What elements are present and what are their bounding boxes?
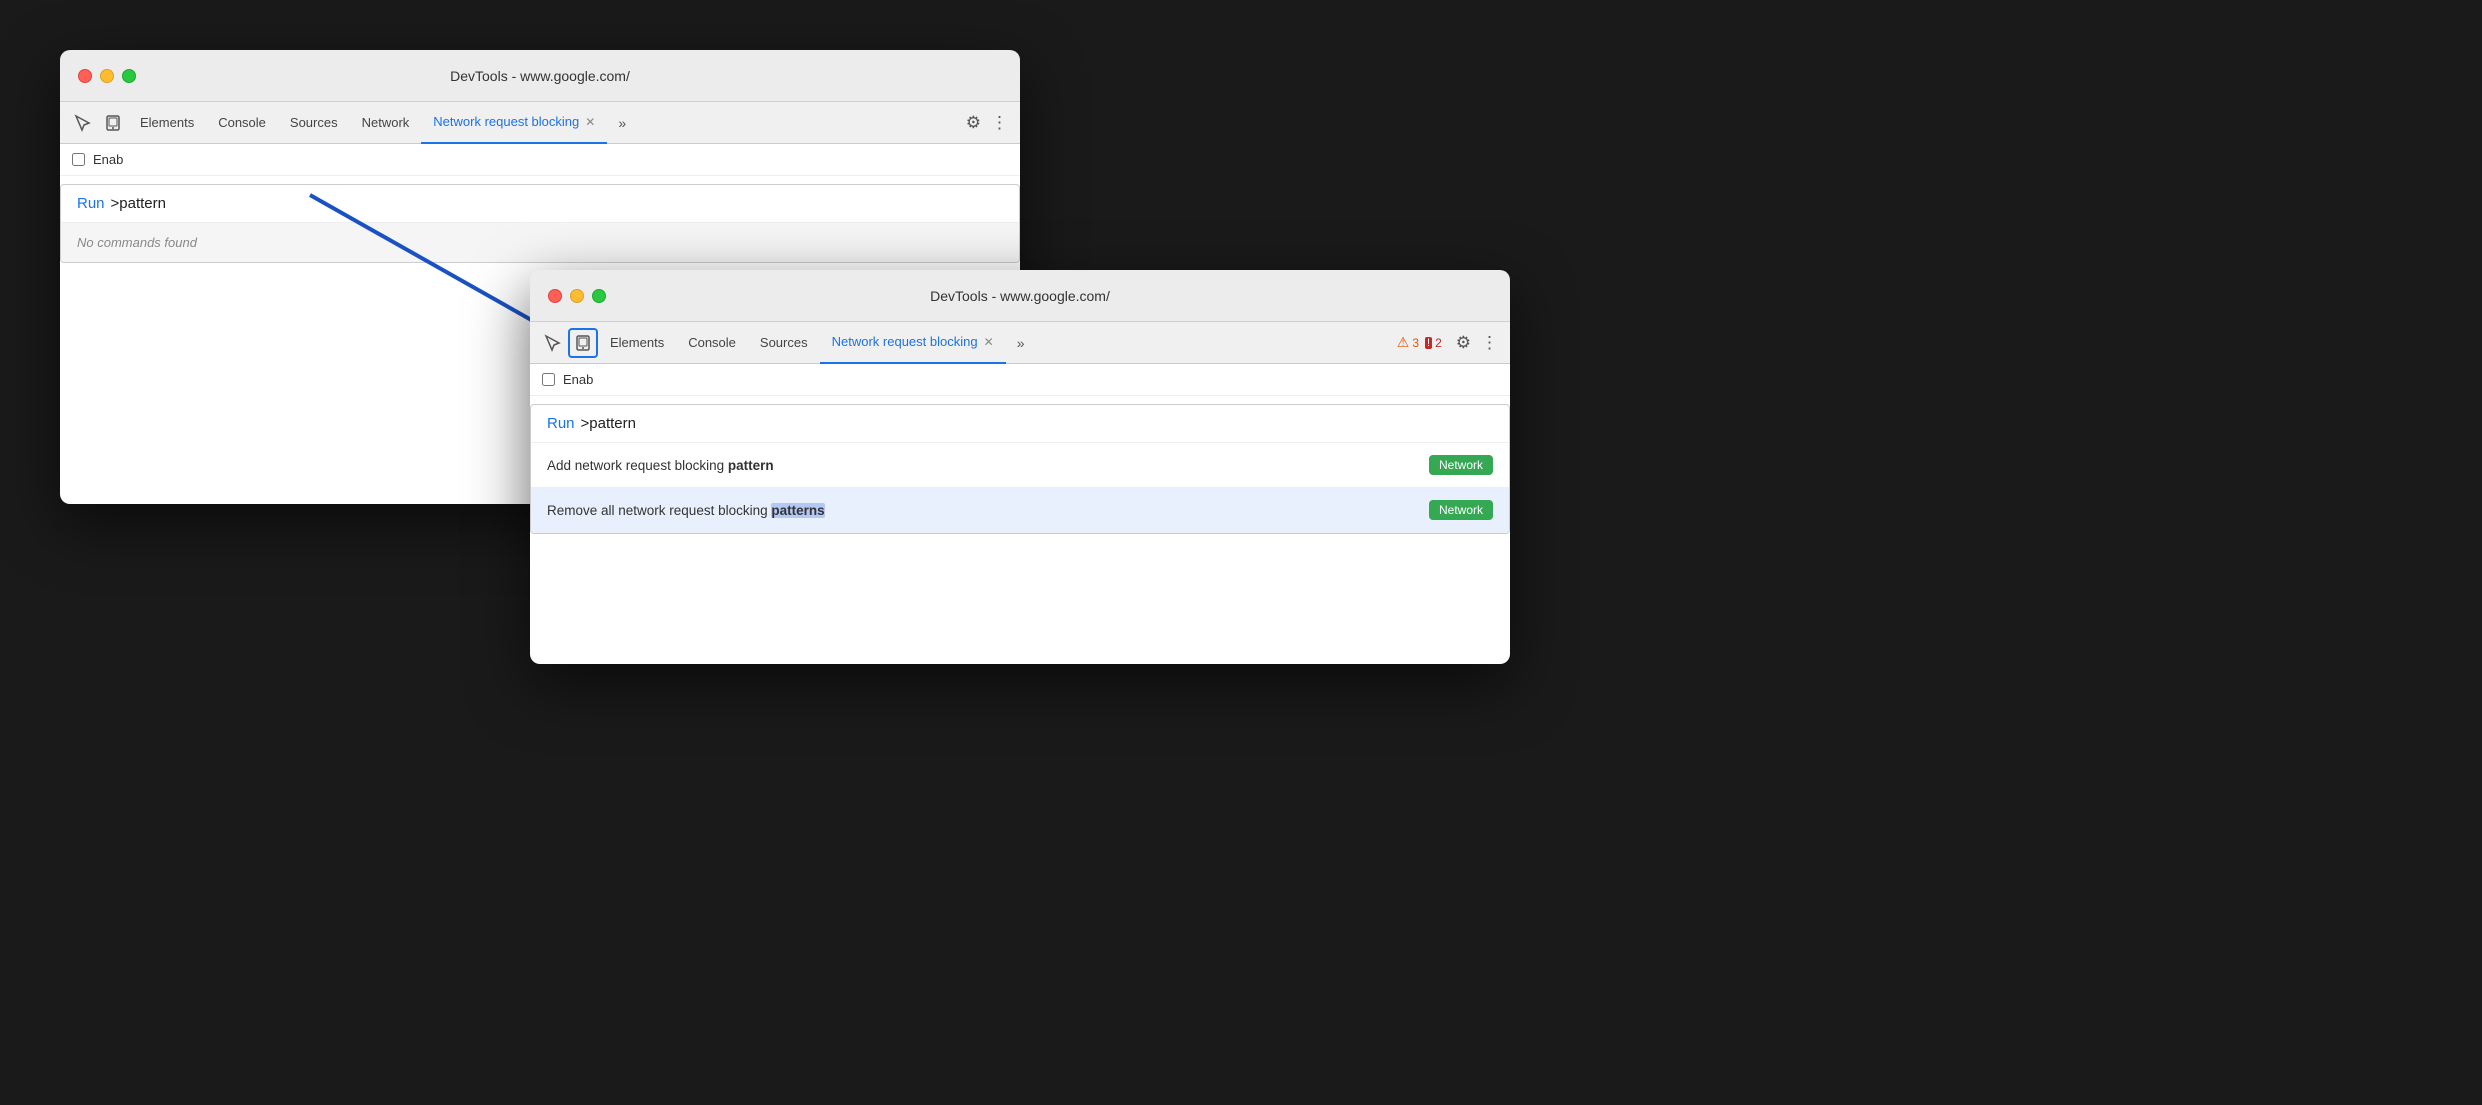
enable-row-1: Enab [60, 144, 1020, 176]
maximize-button-2[interactable] [592, 289, 606, 303]
run-label-2: Run [547, 415, 575, 432]
devtools-content-2: Enab Run >pattern Add network request bl… [530, 364, 1510, 664]
tab-close-icon-2[interactable]: ✕ [984, 335, 994, 349]
enable-label-2: Enab [563, 372, 593, 387]
tab-close-icon-1[interactable]: ✕ [585, 115, 595, 129]
command-item-add-text: Add network request blocking pattern [547, 458, 1429, 473]
command-result-add[interactable]: Add network request blocking pattern Net… [531, 443, 1509, 488]
enable-label-1: Enab [93, 152, 123, 167]
error-count: 2 [1435, 336, 1442, 350]
run-label-1: Run [77, 195, 105, 212]
tab-console-1[interactable]: Console [206, 102, 278, 144]
minimize-button-2[interactable] [570, 289, 584, 303]
traffic-lights-2 [548, 289, 606, 303]
command-item-add-bold: pattern [728, 458, 774, 473]
command-item-remove-bold: patterns [771, 503, 824, 518]
no-commands-found-1: No commands found [61, 223, 1019, 262]
toolbar-badges-2: ⚠ 3 ! 2 [1397, 334, 1442, 351]
error-badge: ! 2 [1425, 336, 1442, 350]
tab-network-request-blocking-2[interactable]: Network request blocking ✕ [820, 322, 1006, 364]
warning-count: 3 [1412, 336, 1419, 350]
minimize-button-1[interactable] [100, 69, 114, 83]
command-input-row-1: Run >pattern [61, 185, 1019, 223]
settings-icon-1[interactable]: ⚙ [960, 113, 987, 133]
tab-sources-2[interactable]: Sources [748, 322, 820, 364]
enable-checkbox-2[interactable] [542, 373, 555, 386]
close-button-2[interactable] [548, 289, 562, 303]
command-input-text-2[interactable]: >pattern [581, 415, 636, 432]
warning-badge: ⚠ 3 [1397, 334, 1419, 351]
more-tabs-icon-1[interactable]: » [607, 108, 637, 138]
tab-elements-1[interactable]: Elements [128, 102, 206, 144]
enable-row-2: Enab [530, 364, 1510, 396]
network-badge-add: Network [1429, 455, 1493, 475]
close-button-1[interactable] [78, 69, 92, 83]
titlebar-1: DevTools - www.google.com/ [60, 50, 1020, 102]
tab-network-1[interactable]: Network [350, 102, 422, 144]
toolbar-2: Elements Console Sources Network request… [530, 322, 1510, 364]
settings-icon-2[interactable]: ⚙ [1450, 333, 1477, 353]
window-title-1: DevTools - www.google.com/ [450, 68, 630, 84]
network-badge-remove: Network [1429, 500, 1493, 520]
command-item-remove-text: Remove all network request blocking patt… [547, 503, 1429, 518]
tab-network-request-blocking-1[interactable]: Network request blocking ✕ [421, 102, 607, 144]
more-options-icon-1[interactable]: ⋮ [987, 113, 1012, 133]
warning-icon: ⚠ [1397, 334, 1410, 351]
titlebar-2: DevTools - www.google.com/ [530, 270, 1510, 322]
inspect-icon[interactable] [68, 108, 98, 138]
command-palette-1: Run >pattern No commands found [60, 184, 1020, 263]
command-result-remove[interactable]: Remove all network request blocking patt… [531, 488, 1509, 533]
command-item-add-before: Add network request blocking [547, 458, 728, 473]
device-icon-2[interactable] [568, 328, 598, 358]
command-input-row-2: Run >pattern [531, 405, 1509, 443]
enable-checkbox-1[interactable] [72, 153, 85, 166]
error-icon: ! [1425, 337, 1432, 349]
toolbar-1: Elements Console Sources Network Network… [60, 102, 1020, 144]
more-tabs-icon-2[interactable]: » [1006, 328, 1036, 358]
device-icon[interactable] [98, 108, 128, 138]
more-options-icon-2[interactable]: ⋮ [1477, 333, 1502, 353]
command-input-text-1[interactable]: >pattern [111, 195, 166, 212]
maximize-button-1[interactable] [122, 69, 136, 83]
tab-sources-1[interactable]: Sources [278, 102, 350, 144]
window-title-2: DevTools - www.google.com/ [930, 288, 1110, 304]
command-item-remove-before: Remove all network request blocking [547, 503, 771, 518]
command-palette-2: Run >pattern Add network request blockin… [530, 404, 1510, 534]
traffic-lights-1 [78, 69, 136, 83]
tab-elements-2[interactable]: Elements [598, 322, 676, 364]
inspect-icon-2[interactable] [538, 328, 568, 358]
devtools-window-2: DevTools - www.google.com/ Elements Cons… [530, 270, 1510, 664]
tab-console-2[interactable]: Console [676, 322, 748, 364]
